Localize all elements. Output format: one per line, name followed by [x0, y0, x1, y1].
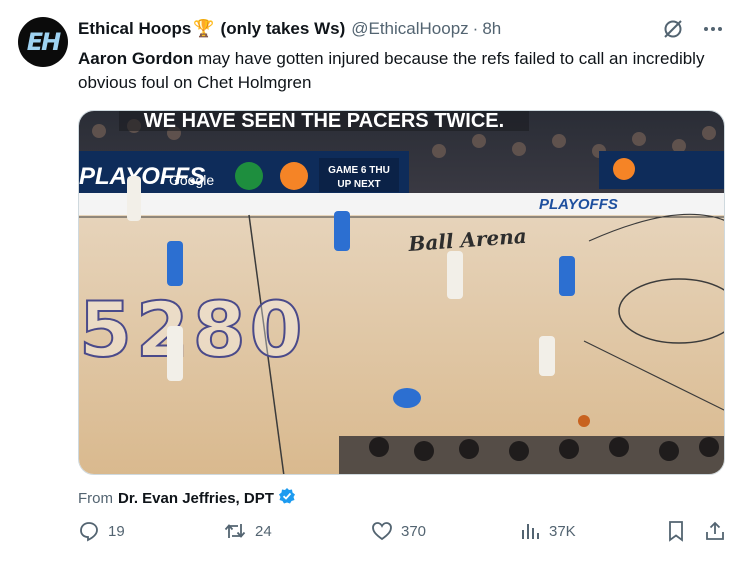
caption-overlay: WE HAVE SEEN THE PACERS TWICE.: [144, 111, 504, 132]
like-count: 370: [401, 522, 427, 540]
tweet-header: Ethical Hoops 🏆 (only takes Ws) @Ethical…: [78, 19, 501, 39]
views-count: 37K: [549, 522, 576, 540]
grok-icon[interactable]: [662, 18, 684, 40]
court-number: 5280: [79, 285, 307, 374]
action-bar: 19 24 370 37K: [78, 520, 728, 550]
banner-game: GAME 6 THU: [328, 165, 390, 176]
share-icon: [704, 520, 726, 542]
like-button[interactable]: 370: [371, 520, 426, 542]
repost-count: 24: [255, 522, 272, 540]
views-chart-icon: [519, 520, 541, 542]
tweet-text: Aaron Gordon may have gotten injured bec…: [78, 47, 718, 95]
trophy-emoji: 🏆: [193, 19, 215, 38]
bookmark-icon: [666, 520, 686, 542]
display-name-suffix[interactable]: (only takes Ws): [221, 19, 346, 39]
reply-button[interactable]: 19: [78, 520, 125, 542]
reply-count: 19: [108, 522, 125, 540]
banner-up-next: UP NEXT: [337, 179, 380, 190]
display-name[interactable]: Ethical Hoops: [78, 19, 191, 39]
share-button[interactable]: [704, 520, 726, 542]
repost-button[interactable]: 24: [223, 520, 272, 542]
basketball-court-scene: WE HAVE SEEN THE PACERS TWICE. PLAYOFFS …: [79, 111, 724, 474]
more-icon[interactable]: [702, 18, 724, 40]
mention-link[interactable]: Aaron Gordon: [78, 49, 193, 68]
banner-playoffs-right: PLAYOFFS: [539, 196, 618, 213]
repost-icon: [223, 520, 247, 542]
bookmark-button[interactable]: [666, 520, 686, 542]
avatar-initials: EH: [26, 28, 62, 56]
source-attribution: From Dr. Evan Jeffries, DPT: [78, 487, 296, 509]
handle[interactable]: @EthicalHoopz: [351, 19, 468, 39]
avatar[interactable]: EH: [18, 17, 68, 67]
timestamp[interactable]: 8h: [482, 19, 501, 39]
banner-google: Google: [169, 172, 214, 188]
source-name[interactable]: Dr. Evan Jeffries, DPT: [118, 490, 274, 507]
heart-icon: [371, 520, 393, 542]
top-icons: [662, 18, 724, 40]
separator-dot: ·: [472, 19, 479, 38]
source-prefix: From: [78, 489, 113, 507]
verified-badge-icon: [278, 487, 296, 509]
video-media[interactable]: WE HAVE SEEN THE PACERS TWICE. PLAYOFFS …: [78, 110, 725, 475]
views-button[interactable]: 37K: [519, 520, 576, 542]
reply-icon: [78, 520, 100, 542]
